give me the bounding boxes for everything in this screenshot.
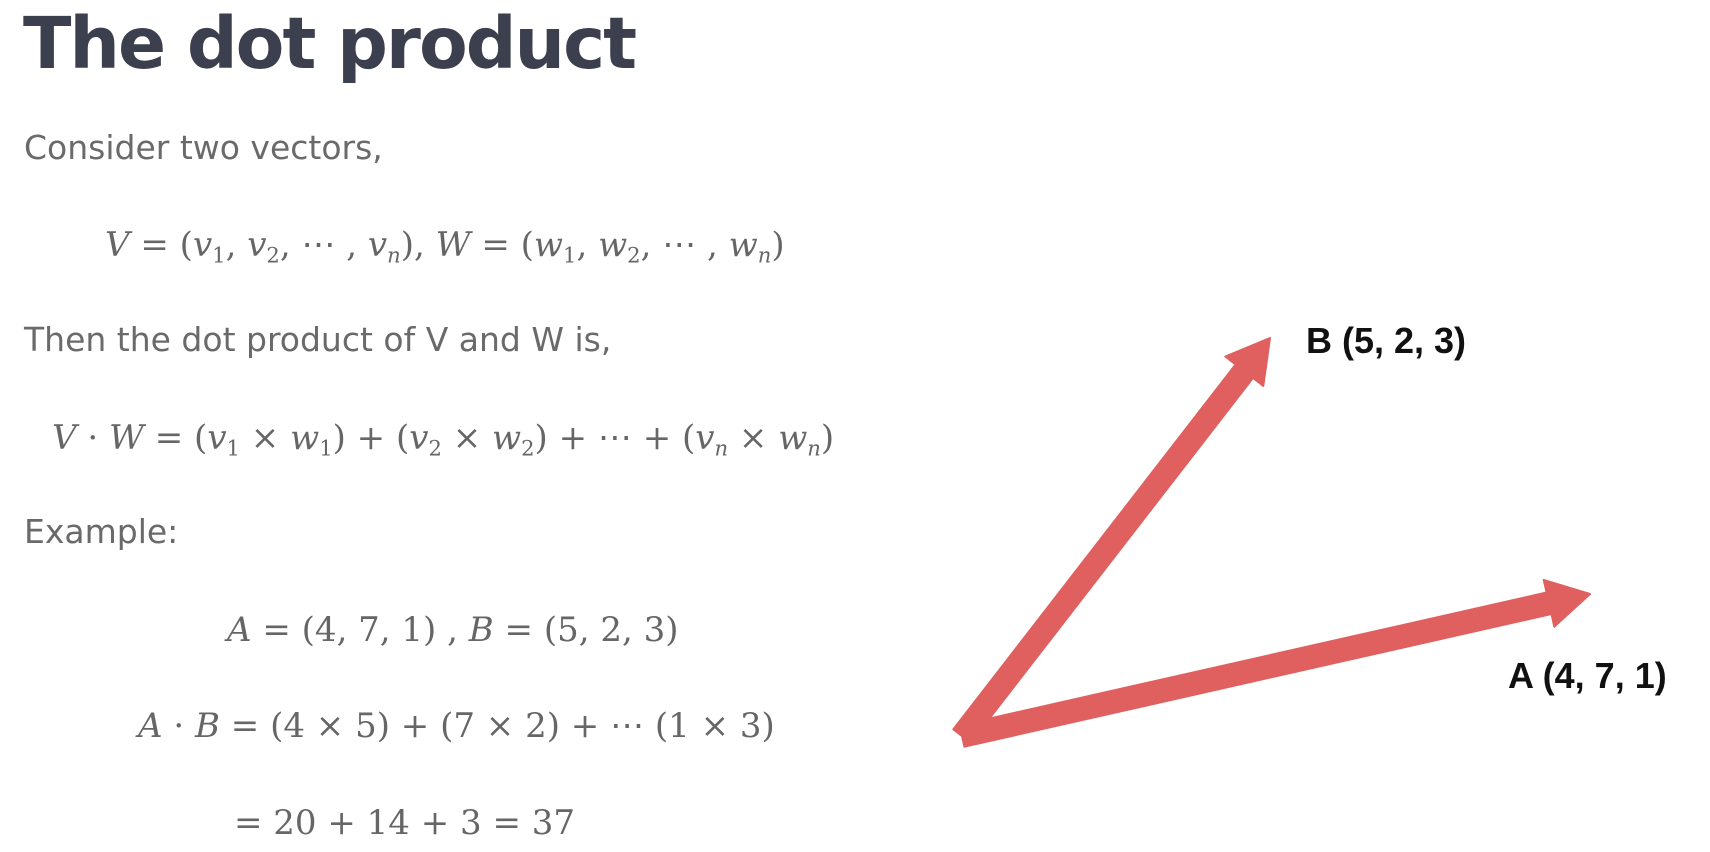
- slide: The dot product Consider two vectors, V …: [0, 0, 1710, 852]
- vector-arrows: [952, 337, 1591, 748]
- example-label: Example:: [24, 512, 179, 551]
- vector-b-label: B (5, 2, 3): [1306, 320, 1467, 361]
- dot-product-intro-text: Then the dot product of V and W is,: [24, 320, 612, 359]
- vector-figure: [930, 300, 1710, 780]
- example-product-formula: A · B = (4 × 5) + (7 × 2) + ⋯ (1 × 3): [138, 706, 775, 746]
- example-vectors-formula: A = (4, 7, 1) , B = (5, 2, 3): [227, 610, 679, 650]
- vector-a-label: A (4, 7, 1): [1508, 655, 1667, 696]
- intro-text: Consider two vectors,: [24, 128, 383, 167]
- example-result-formula: = 20 + 14 + 3 = 37: [234, 803, 576, 843]
- vectors-definition-formula: V = (v1, v2, ⋯ , vn), W = (w1, w2, ⋯ , w…: [105, 225, 785, 268]
- dot-product-formula: V · W = (v1 × w1) + (v2 × w2) + ⋯ + (vn …: [52, 418, 835, 461]
- page-title: The dot product: [23, 2, 637, 85]
